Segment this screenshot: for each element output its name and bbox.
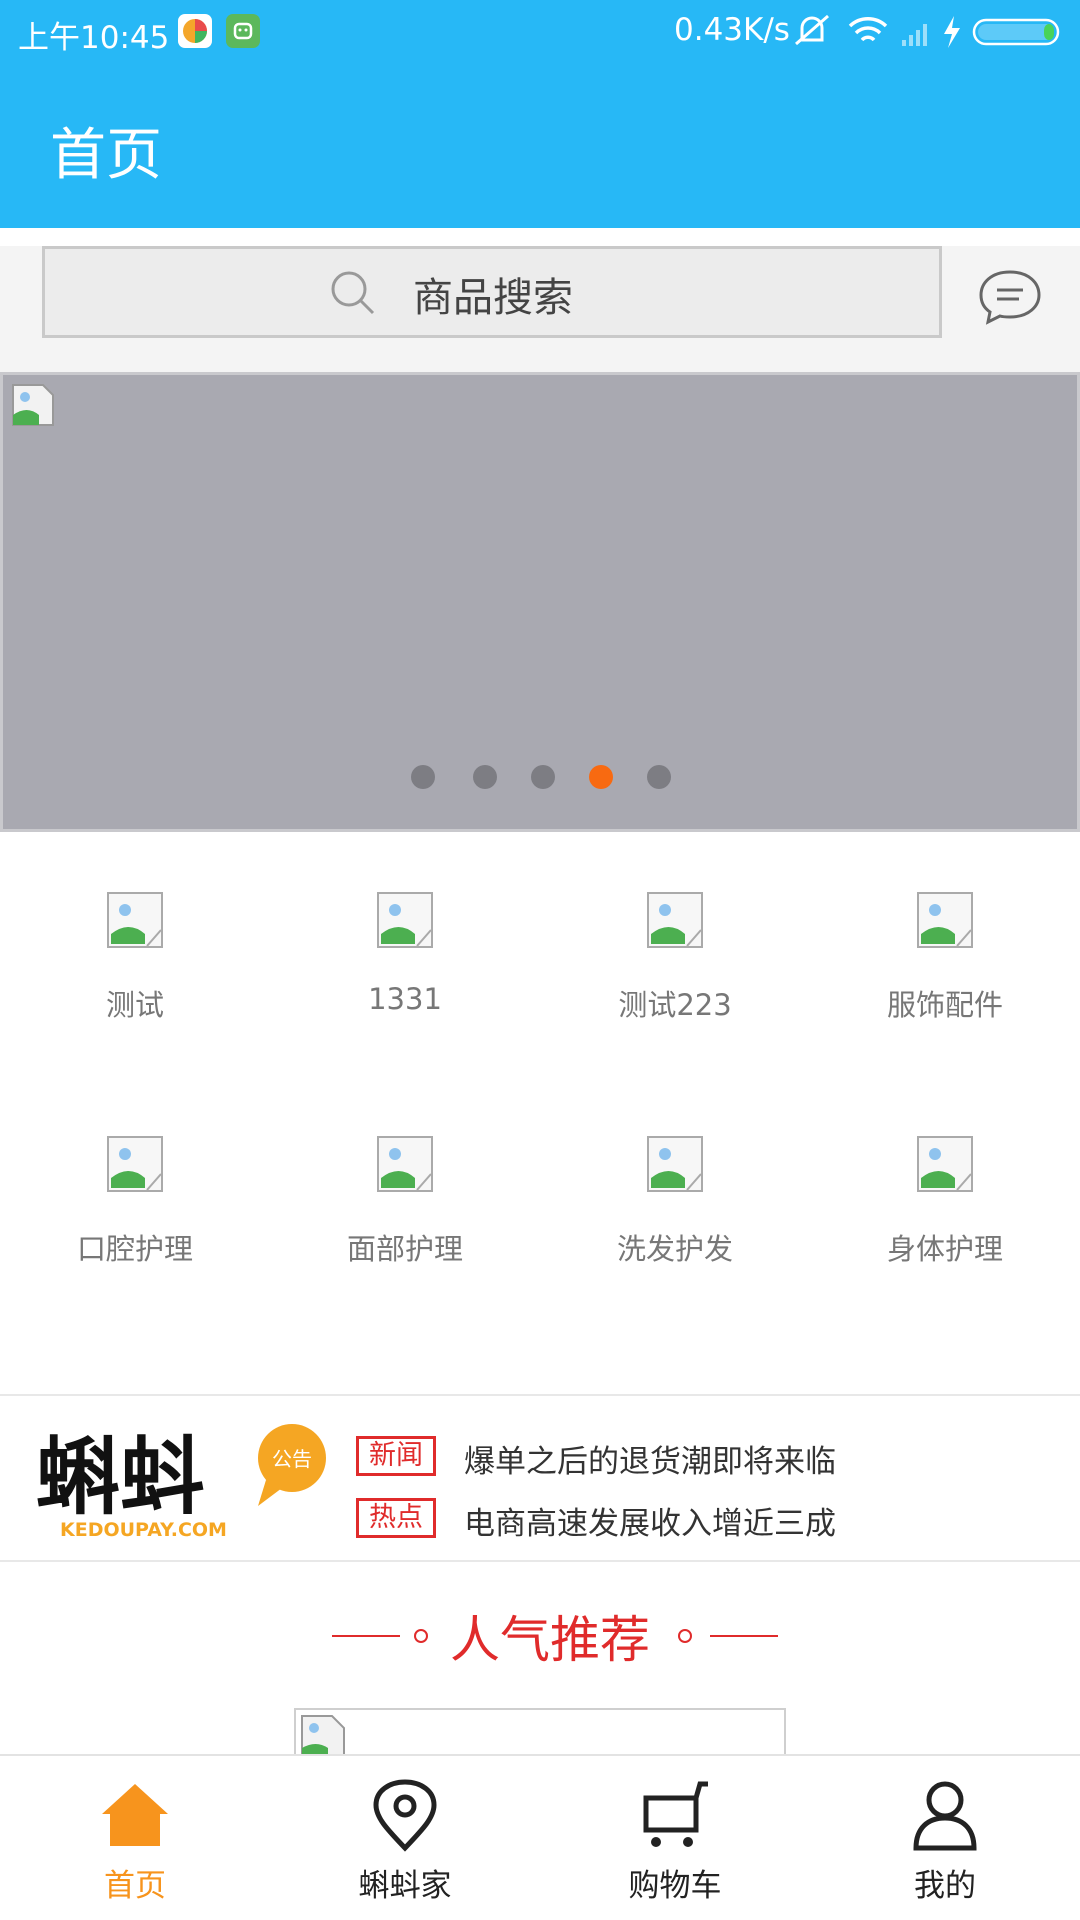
status-bar: 上午10:45 0.43K/s — [0, 0, 1080, 62]
mute-bell-icon — [795, 14, 829, 46]
broken-image-icon — [107, 1136, 163, 1192]
category-label: 面部护理 — [346, 1232, 463, 1266]
logo-badge-text: 公告 — [272, 1447, 312, 1471]
broken-image-icon — [647, 1136, 703, 1192]
kedou-logo: 蝌蚪 公告 KEDOUPAY.COM — [36, 1424, 326, 1541]
page-title: 首页 — [50, 123, 162, 188]
divider-line — [332, 1635, 400, 1637]
broken-image-icon — [377, 1136, 433, 1192]
search-row: 商品搜索 — [0, 246, 1080, 372]
broken-image-icon — [917, 892, 973, 948]
broken-image-icon — [647, 892, 703, 948]
carousel-dot[interactable] — [411, 765, 435, 789]
bottom-navigation: 首页 蝌蚪家 购物车 我的 — [0, 1754, 1080, 1920]
category-label: 测试 — [105, 988, 164, 1022]
category-label: 身体护理 — [886, 1232, 1003, 1266]
nav-cart[interactable]: 购物车 — [540, 1756, 810, 1920]
nav-label: 蝌蚪家 — [358, 1868, 452, 1904]
carousel-dot[interactable] — [531, 765, 555, 789]
recommend-header: 人气推荐 — [0, 1600, 1080, 1670]
category-item[interactable]: 测试 — [0, 890, 270, 1024]
status-icons — [795, 14, 1060, 48]
broken-image-icon — [107, 892, 163, 948]
category-item[interactable]: 测试223 — [540, 890, 810, 1024]
announcement-bar: 蝌蚪 公告 KEDOUPAY.COM 新闻 爆单之后的退货潮即将来临 热点 电商… — [0, 1394, 1080, 1562]
logo-text: 蝌蚪 — [36, 1428, 204, 1526]
nav-label: 购物车 — [628, 1868, 722, 1904]
hot-tag: 热点 — [356, 1498, 436, 1538]
message-icon[interactable] — [975, 266, 1045, 326]
nav-label: 首页 — [104, 1868, 166, 1904]
cart-icon — [643, 1781, 708, 1847]
category-item[interactable]: 身体护理 — [810, 1134, 1080, 1268]
category-label: 1331 — [368, 982, 442, 1016]
signal-icon — [902, 24, 927, 46]
broken-image-icon — [12, 384, 54, 426]
broken-image-icon — [377, 892, 433, 948]
category-item[interactable]: 面部护理 — [270, 1134, 540, 1268]
wifi-icon — [848, 17, 888, 42]
search-input[interactable]: 商品搜索 — [42, 246, 942, 338]
search-placeholder: 商品搜索 — [413, 275, 573, 321]
battery-icon — [972, 18, 1060, 46]
category-item[interactable]: 洗发护发 — [540, 1134, 810, 1268]
divider-line — [710, 1635, 778, 1637]
carousel-dot[interactable] — [473, 765, 497, 789]
carousel-dot-active[interactable] — [589, 765, 613, 789]
app-header: 上午10:45 0.43K/s 首页 — [0, 0, 1080, 228]
category-label: 口腔护理 — [76, 1232, 193, 1266]
nav-profile[interactable]: 我的 — [810, 1756, 1080, 1920]
category-item[interactable]: 服饰配件 — [810, 890, 1080, 1024]
category-item[interactable]: 口腔护理 — [0, 1134, 270, 1268]
location-pin-icon — [373, 1779, 437, 1852]
android-notification-icon — [226, 14, 260, 48]
profile-icon — [913, 1781, 977, 1851]
banner-carousel[interactable] — [0, 372, 1080, 832]
nav-home[interactable]: 首页 — [0, 1756, 270, 1920]
broken-image-icon — [301, 1715, 345, 1756]
decor-circle — [414, 1629, 428, 1643]
logo-domain: KEDOUPAY.COM — [60, 1519, 227, 1541]
home-icon — [102, 1784, 168, 1846]
nav-label: 我的 — [914, 1868, 976, 1904]
category-label: 服饰配件 — [886, 988, 1003, 1022]
section-title: 人气推荐 — [450, 1611, 650, 1669]
app-notification-icon — [178, 14, 212, 48]
category-label: 测试223 — [618, 988, 732, 1022]
news-tag: 新闻 — [356, 1436, 436, 1476]
broken-image-icon — [917, 1136, 973, 1192]
decor-circle — [678, 1629, 692, 1643]
notice-headline[interactable]: 电商高速发展收入增近三成 — [464, 1498, 836, 1543]
nav-kedou-home[interactable]: 蝌蚪家 — [270, 1756, 540, 1920]
category-item[interactable]: 1331 — [270, 890, 540, 1016]
category-label: 洗发护发 — [616, 1232, 733, 1266]
carousel-dot[interactable] — [647, 765, 671, 789]
status-time: 上午10:45 — [18, 20, 170, 56]
charging-icon — [944, 16, 960, 48]
product-card[interactable] — [294, 1708, 786, 1758]
notice-headline[interactable]: 爆单之后的退货潮即将来临 — [464, 1436, 836, 1481]
search-icon — [331, 271, 375, 315]
